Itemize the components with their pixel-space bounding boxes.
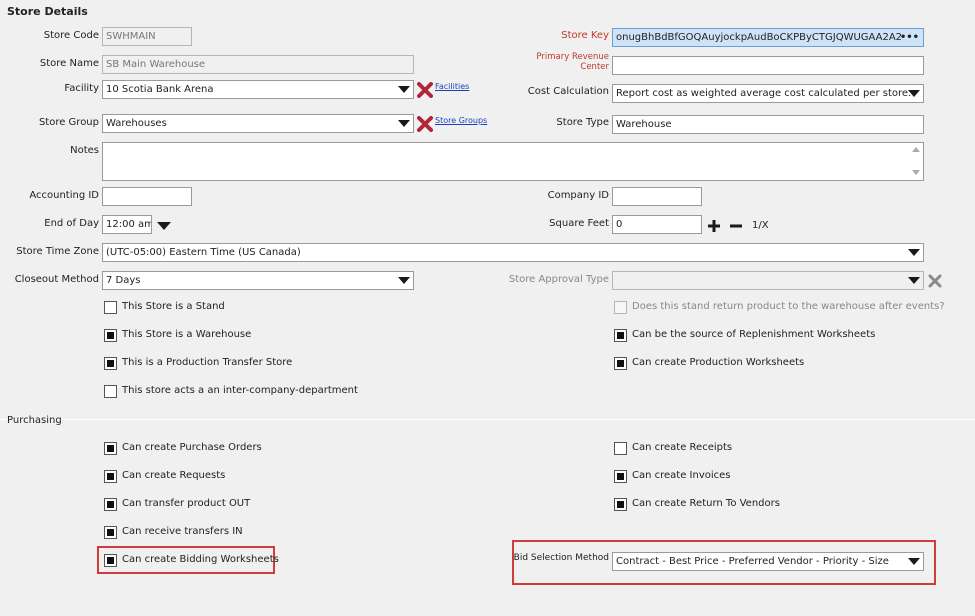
checkbox-production-transfer-label: This is a Production Transfer Store — [122, 357, 293, 368]
closeout-method-label: Closeout Method — [14, 274, 99, 285]
store-code-field[interactable]: SWHMAIN — [102, 27, 192, 46]
closeout-method-value: 7 Days — [106, 275, 141, 286]
checkbox-purchase-orders-label: Can create Purchase Orders — [122, 442, 262, 453]
clear-x-icon[interactable] — [928, 274, 942, 288]
scroll-up-icon[interactable] — [912, 147, 920, 152]
accounting-id-field[interactable] — [102, 187, 192, 206]
checkbox-transfer-in-label: Can receive transfers IN — [122, 526, 243, 537]
end-of-day-dropdown-icon[interactable] — [157, 222, 171, 230]
checkbox-warehouse-label: This Store is a Warehouse — [122, 329, 252, 340]
checkbox-replenishment-source-label: Can be the source of Replenishment Works… — [632, 329, 876, 340]
facility-label: Facility — [64, 83, 99, 94]
checkbox-bidding-worksheets-label: Can create Bidding Worksheets — [122, 554, 279, 565]
store-time-zone-label: Store Time Zone — [16, 246, 99, 257]
closeout-method-dropdown[interactable]: 7 Days — [102, 271, 414, 290]
checkbox-return-to-vendors-label: Can create Return To Vendors — [632, 498, 780, 509]
checkbox-replenishment-source[interactable] — [614, 329, 627, 342]
checkbox-stand[interactable] — [104, 301, 117, 314]
checkbox-purchase-orders[interactable] — [104, 442, 117, 455]
checkbox-return-product-label: Does this stand return product to the wa… — [632, 301, 945, 312]
facility-dropdown[interactable]: 10 Scotia Bank Arena — [102, 80, 414, 99]
checkbox-transfer-out-label: Can transfer product OUT — [122, 498, 251, 509]
more-dots-icon[interactable]: ••• — [900, 29, 919, 46]
chevron-down-icon — [908, 249, 920, 256]
cost-calculation-value: Report cost as weighted average cost cal… — [616, 88, 912, 99]
store-time-zone-value: (UTC-05:00) Eastern Time (US Canada) — [106, 247, 301, 258]
notes-textarea[interactable] — [102, 142, 924, 181]
checkbox-return-to-vendors[interactable] — [614, 498, 627, 511]
checkbox-production-transfer[interactable] — [104, 357, 117, 370]
checkbox-stand-label: This Store is a Stand — [122, 301, 225, 312]
store-approval-type-label: Store Approval Type — [508, 274, 609, 285]
store-approval-type-dropdown[interactable] — [612, 271, 924, 290]
company-id-label: Company ID — [547, 190, 609, 201]
cost-calculation-label: Cost Calculation — [527, 86, 609, 97]
checkbox-receipts[interactable] — [614, 442, 627, 455]
checkbox-transfer-in[interactable] — [104, 526, 117, 539]
scroll-down-icon[interactable] — [912, 170, 920, 175]
checkbox-production-worksheets-label: Can create Production Worksheets — [632, 357, 805, 368]
store-key-value: onugBhBdBfGOQAuyjockpAudBoCKPByCTGJQWUGA… — [616, 32, 903, 43]
checkbox-transfer-out[interactable] — [104, 498, 117, 511]
checkbox-requests-label: Can create Requests — [122, 470, 226, 481]
chevron-down-icon — [908, 558, 920, 565]
delete-x-icon[interactable] — [417, 116, 433, 132]
store-type-label: Store Type — [556, 117, 609, 128]
bid-selection-method-value: Contract - Best Price - Preferred Vendor… — [616, 556, 889, 567]
store-name-label: Store Name — [39, 58, 99, 69]
checkbox-inter-company[interactable] — [104, 385, 117, 398]
checkbox-invoices-label: Can create Invoices — [632, 470, 731, 481]
store-group-label: Store Group — [38, 117, 99, 128]
notes-label: Notes — [70, 145, 99, 156]
bid-selection-method-dropdown[interactable]: Contract - Best Price - Preferred Vendor… — [612, 552, 924, 571]
store-group-value: Warehouses — [106, 118, 167, 129]
store-key-label: Store Key — [561, 30, 609, 41]
checkbox-production-worksheets[interactable] — [614, 357, 627, 370]
chevron-down-icon — [398, 277, 410, 284]
checkbox-requests[interactable] — [104, 470, 117, 483]
primary-revenue-center-label-line1: Primary Revenue — [536, 52, 609, 62]
chevron-down-icon — [398, 120, 410, 127]
bid-selection-method-label: Bid Selection Method — [513, 553, 609, 563]
company-id-field[interactable] — [612, 187, 702, 206]
square-feet-field[interactable]: 0 — [612, 215, 702, 234]
primary-revenue-center-label-line2: Center — [580, 62, 609, 72]
reciprocal-button[interactable]: 1/X — [752, 220, 769, 231]
store-groups-link[interactable]: Store Groups — [435, 116, 487, 125]
square-feet-label: Square Feet — [549, 218, 609, 229]
store-code-label: Store Code — [43, 30, 99, 41]
accounting-id-label: Accounting ID — [29, 190, 99, 201]
end-of-day-label: End of Day — [44, 218, 99, 229]
plus-icon[interactable] — [707, 219, 721, 233]
delete-x-icon[interactable] — [417, 82, 433, 98]
chevron-down-icon — [908, 90, 920, 97]
facility-value: 10 Scotia Bank Arena — [106, 84, 214, 95]
facilities-link[interactable]: Facilities — [435, 82, 469, 91]
store-type-field[interactable]: Warehouse — [612, 115, 924, 134]
checkbox-inter-company-label: This store acts a an inter-company-depar… — [122, 385, 358, 396]
purchasing-title: Purchasing — [7, 415, 62, 426]
chevron-down-icon — [398, 86, 410, 93]
notes-scrollbar[interactable] — [910, 144, 922, 179]
section-title: Store Details — [7, 5, 88, 18]
checkbox-warehouse[interactable] — [104, 329, 117, 342]
end-of-day-field[interactable]: 12:00 am — [102, 215, 152, 234]
chevron-down-icon — [908, 277, 920, 284]
checkbox-receipts-label: Can create Receipts — [632, 442, 733, 453]
checkbox-invoices[interactable] — [614, 470, 627, 483]
store-key-field[interactable]: onugBhBdBfGOQAuyjockpAudBoCKPByCTGJQWUGA… — [612, 28, 924, 47]
checkbox-bidding-worksheets[interactable] — [104, 554, 117, 567]
primary-revenue-center-field[interactable] — [612, 56, 924, 75]
store-time-zone-dropdown[interactable]: (UTC-05:00) Eastern Time (US Canada) — [102, 243, 924, 262]
minus-icon[interactable] — [729, 219, 743, 233]
cost-calculation-dropdown[interactable]: Report cost as weighted average cost cal… — [612, 84, 924, 103]
store-name-field[interactable]: SB Main Warehouse — [102, 55, 414, 74]
checkbox-return-product[interactable] — [614, 301, 627, 314]
store-group-dropdown[interactable]: Warehouses — [102, 114, 414, 133]
section-divider — [0, 419, 975, 420]
primary-revenue-center-label: Primary Revenue Center — [536, 52, 609, 72]
